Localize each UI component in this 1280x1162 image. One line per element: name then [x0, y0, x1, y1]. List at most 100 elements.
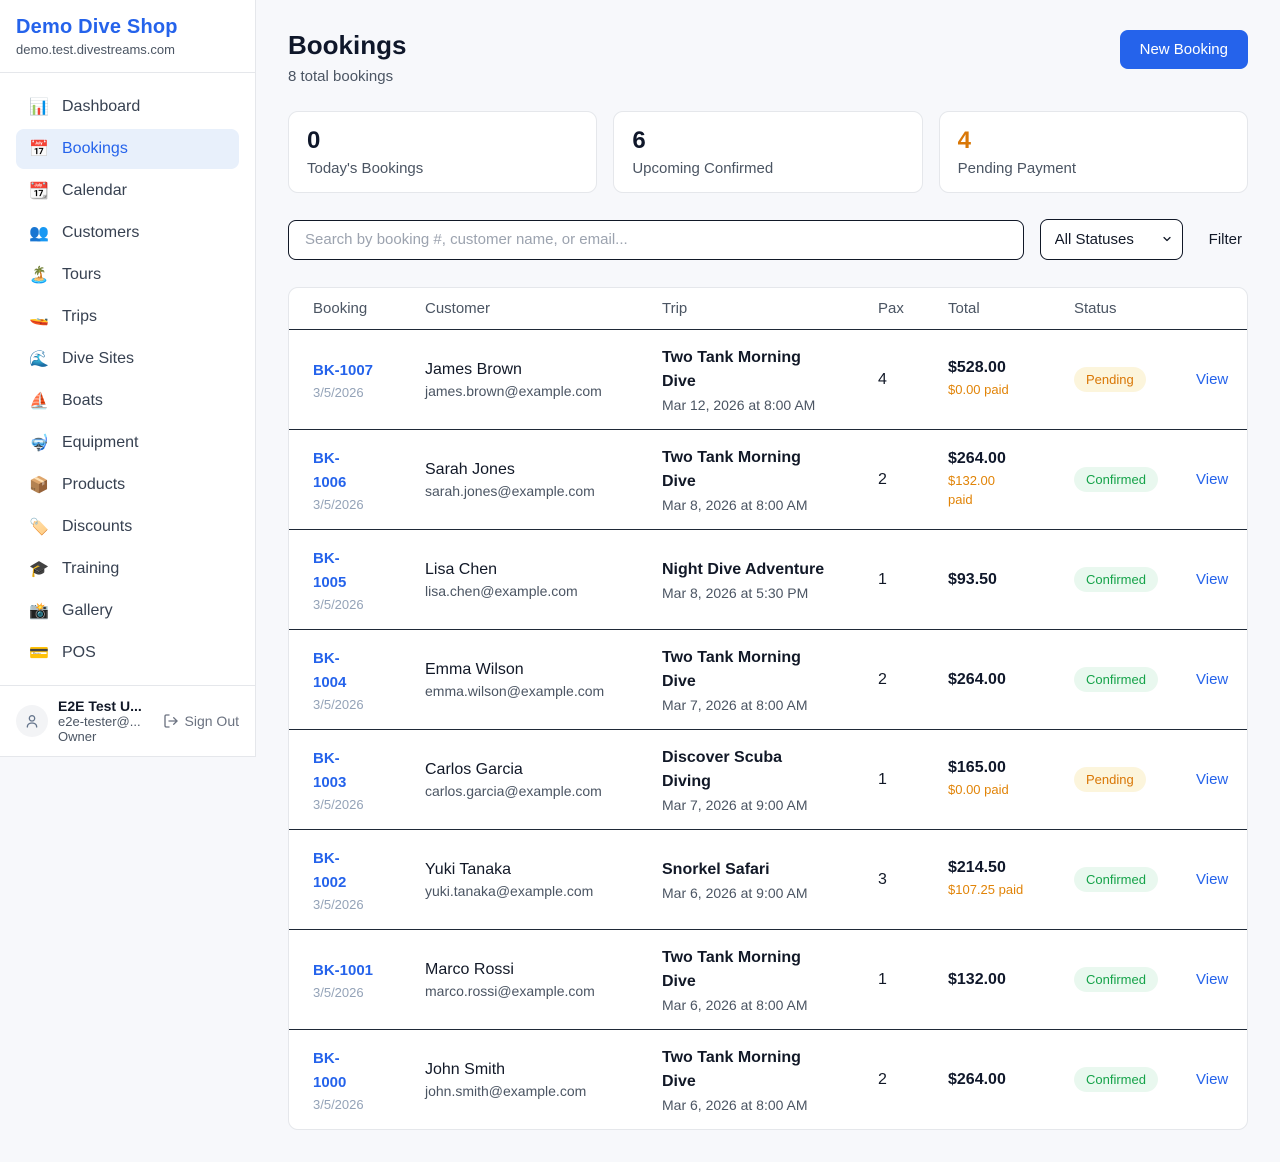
booking-id-link[interactable]: BK-1006 [313, 447, 353, 494]
sidebar-item-discounts[interactable]: 🏷️ Discounts [16, 507, 239, 547]
customer-email: lisa.chen@example.com [425, 583, 662, 599]
sidebar-item-tours[interactable]: 🏝️ Tours [16, 255, 239, 295]
status-select-wrap: All Statuses [1040, 219, 1183, 260]
sidebar-item-dive-sites[interactable]: 🌊 Dive Sites [16, 339, 239, 379]
sidebar-item-label: Tours [62, 266, 101, 284]
sidebar-item-gallery[interactable]: 📸 Gallery [16, 591, 239, 631]
trip-time: Mar 7, 2026 at 9:00 AM [662, 797, 878, 813]
booking-id-link[interactable]: BK-1001 [313, 962, 373, 979]
trip-time: Mar 7, 2026 at 8:00 AM [662, 697, 878, 713]
booking-date: 3/5/2026 [313, 797, 425, 812]
sidebar-item-products[interactable]: 📦 Products [16, 465, 239, 505]
trip-name: Two Tank Morning Dive [662, 346, 814, 394]
wave-icon: 🌊 [28, 349, 50, 369]
booking-id-link[interactable]: BK-1002 [313, 847, 353, 894]
sidebar-item-equipment[interactable]: 🤿 Equipment [16, 423, 239, 463]
status-select[interactable]: All Statuses [1040, 219, 1183, 260]
stat-label: Today's Bookings [307, 160, 578, 177]
stat-label: Pending Payment [958, 160, 1229, 177]
booking-date: 3/5/2026 [313, 897, 425, 912]
total-amount: $264.00 [948, 450, 1074, 468]
sidebar-item-label: Discounts [62, 518, 132, 536]
total-amount: $264.00 [948, 1071, 1074, 1089]
logout-icon [163, 713, 179, 729]
diving-mask-icon: 🤿 [28, 433, 50, 453]
user-role: Owner [58, 729, 163, 744]
booking-id-link[interactable]: BK-1005 [313, 547, 353, 594]
total-bookings-count: 8 total bookings [288, 68, 406, 85]
trip-name: Two Tank Morning Dive [662, 446, 814, 494]
total-amount: $93.50 [948, 571, 1074, 589]
new-booking-button[interactable]: New Booking [1120, 30, 1248, 69]
sidebar-item-label: Dashboard [62, 98, 140, 116]
trip-time: Mar 6, 2026 at 8:00 AM [662, 1097, 878, 1113]
booking-id-link[interactable]: BK-1004 [313, 647, 353, 694]
booking-id-link[interactable]: BK-1007 [313, 362, 373, 379]
trip-time: Mar 8, 2026 at 8:00 AM [662, 497, 878, 513]
table-row: BK-1005 3/5/2026 Lisa Chen lisa.chen@exa… [289, 529, 1247, 629]
status-badge: Confirmed [1074, 1067, 1158, 1092]
total-amount: $264.00 [948, 671, 1074, 689]
table-row: BK-1002 3/5/2026 Yuki Tanaka yuki.tanaka… [289, 829, 1247, 929]
speedboat-icon: 🚤 [28, 307, 50, 327]
calendar-date-icon: 📅 [28, 139, 50, 159]
sidebar-item-label: Training [62, 560, 119, 578]
column-header-trip: Trip [662, 300, 878, 317]
view-link[interactable]: View [1196, 471, 1228, 488]
booking-id-link[interactable]: BK-1003 [313, 747, 353, 794]
sidebar-item-calendar[interactable]: 📆 Calendar [16, 171, 239, 211]
table-row: BK-1006 3/5/2026 Sarah Jones sarah.jones… [289, 429, 1247, 529]
filter-button[interactable]: Filter [1209, 231, 1242, 248]
sidebar-item-customers[interactable]: 👥 Customers [16, 213, 239, 253]
booking-date: 3/5/2026 [313, 385, 425, 400]
view-link[interactable]: View [1196, 1071, 1228, 1088]
sign-out-label: Sign Out [185, 713, 239, 729]
customer-name: Sarah Jones [425, 461, 662, 479]
trip-name: Discover Scuba Diving [662, 746, 814, 794]
sidebar-item-training[interactable]: 🎓 Training [16, 549, 239, 589]
view-link[interactable]: View [1196, 671, 1228, 688]
customer-email: james.brown@example.com [425, 383, 662, 399]
sidebar-item-label: POS [62, 644, 96, 662]
view-link[interactable]: View [1196, 371, 1228, 388]
trip-name: Snorkel Safari [662, 858, 878, 882]
sidebar-item-dashboard[interactable]: 📊 Dashboard [16, 87, 239, 127]
customer-email: carlos.garcia@example.com [425, 783, 662, 799]
customer-name: Lisa Chen [425, 561, 662, 579]
avatar [16, 705, 48, 737]
view-link[interactable]: View [1196, 771, 1228, 788]
pax-count: 1 [878, 971, 948, 989]
sign-out-button[interactable]: Sign Out [163, 713, 239, 729]
trip-time: Mar 8, 2026 at 5:30 PM [662, 585, 878, 601]
sailboat-icon: ⛵ [28, 391, 50, 411]
sidebar-item-label: Customers [62, 224, 139, 242]
search-input[interactable] [288, 220, 1024, 260]
view-link[interactable]: View [1196, 571, 1228, 588]
page-title: Bookings [288, 30, 406, 61]
credit-card-icon: 💳 [28, 643, 50, 663]
user-name: E2E Test U... [58, 698, 163, 714]
customer-name: John Smith [425, 1061, 662, 1079]
booking-id-link[interactable]: BK-1000 [313, 1047, 353, 1094]
stat-value: 6 [632, 127, 903, 155]
sidebar-nav: 📊 Dashboard 📅 Bookings 📆 Calendar 👥 Cust… [0, 73, 255, 685]
sidebar-item-boats[interactable]: ⛵ Boats [16, 381, 239, 421]
customer-name: Carlos Garcia [425, 761, 662, 779]
package-icon: 📦 [28, 475, 50, 495]
sidebar-item-bookings[interactable]: 📅 Bookings [16, 129, 239, 169]
booking-date: 3/5/2026 [313, 497, 425, 512]
total-amount: $528.00 [948, 359, 1074, 377]
sidebar-item-label: Calendar [62, 182, 127, 200]
camera-icon: 📸 [28, 601, 50, 621]
pax-count: 3 [878, 871, 948, 889]
sidebar-item-pos[interactable]: 💳 POS [16, 633, 239, 673]
pax-count: 1 [878, 571, 948, 589]
stats-cards: 0 Today's Bookings 6 Upcoming Confirmed … [288, 111, 1248, 193]
shop-name: Demo Dive Shop [16, 16, 239, 39]
customer-name: Yuki Tanaka [425, 861, 662, 879]
paid-amount: $0.00 paid [948, 781, 1074, 800]
view-link[interactable]: View [1196, 871, 1228, 888]
pax-count: 1 [878, 771, 948, 789]
view-link[interactable]: View [1196, 971, 1228, 988]
sidebar-item-trips[interactable]: 🚤 Trips [16, 297, 239, 337]
